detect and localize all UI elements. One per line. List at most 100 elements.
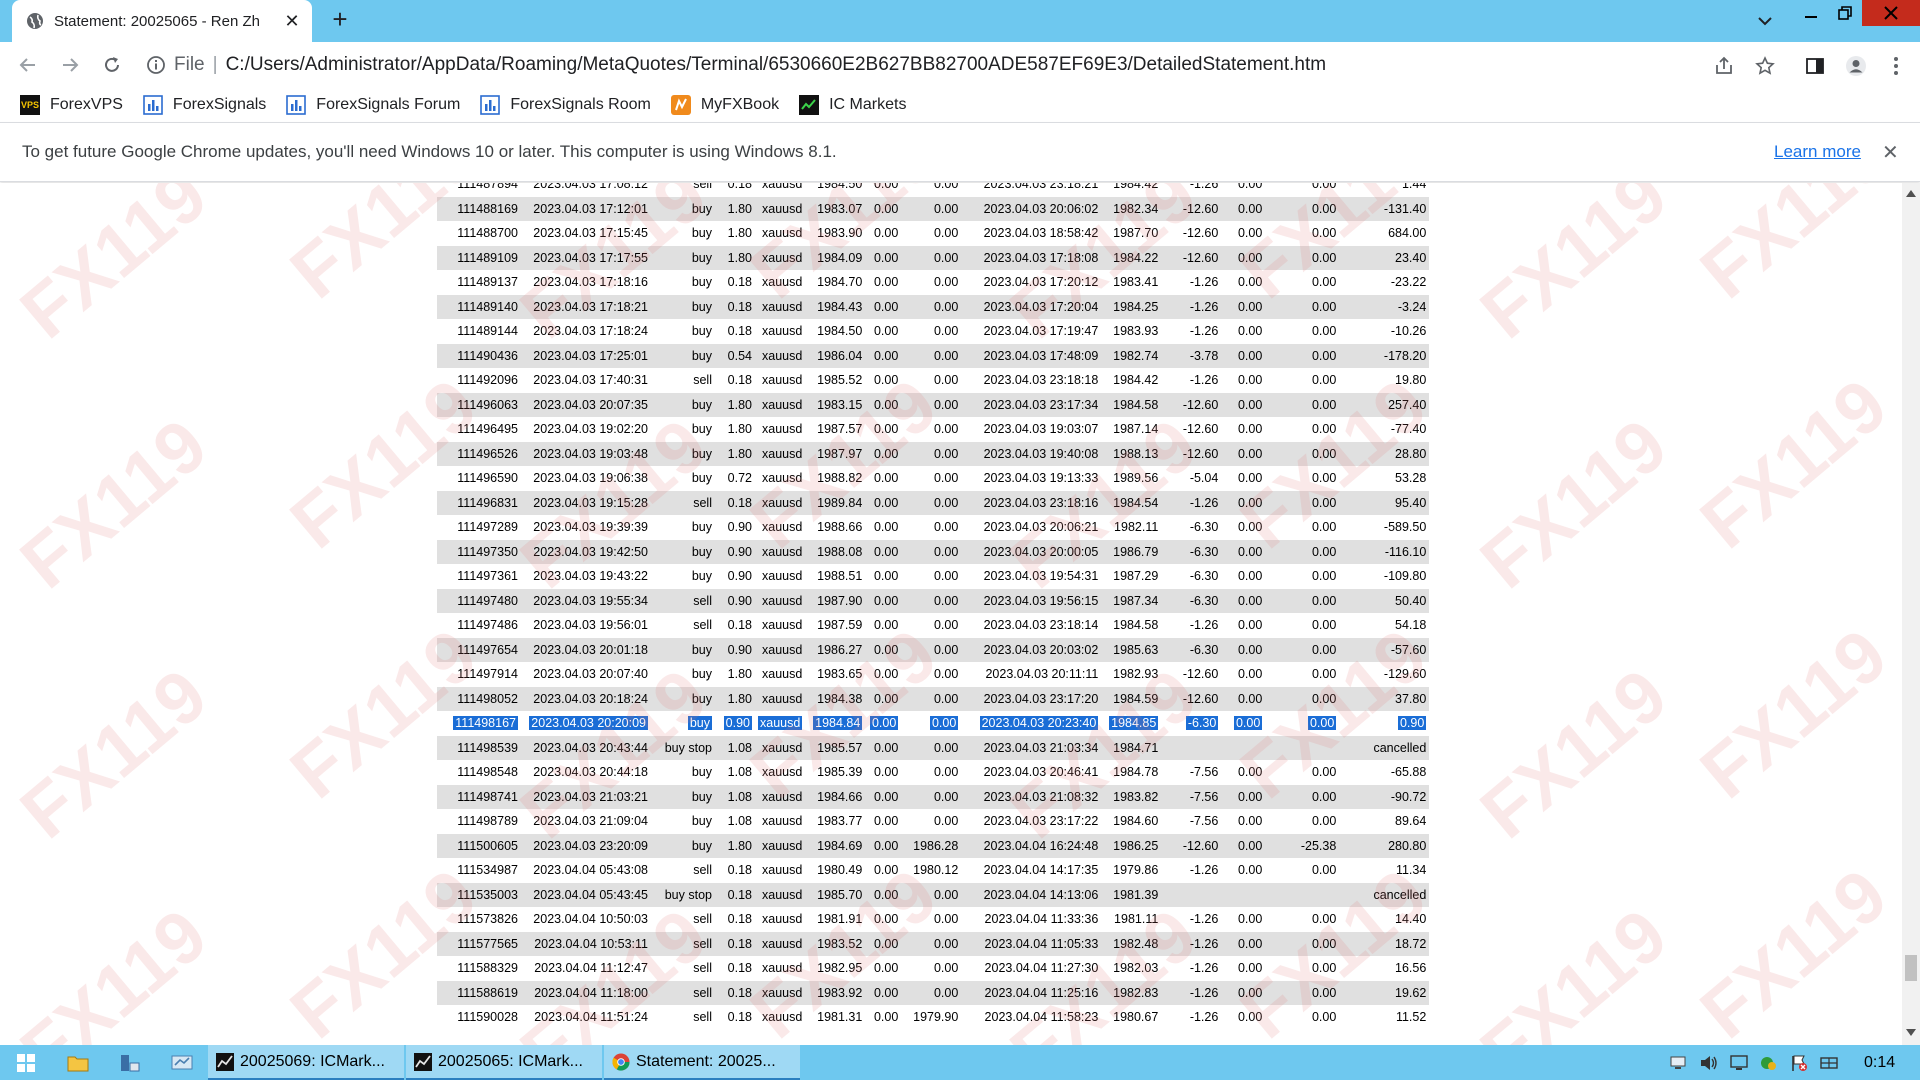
infobar-close-icon[interactable]: ✕ [1882,140,1899,165]
window-close-button[interactable] [1862,0,1920,26]
table-cell: 111489137 [437,270,521,295]
cell-value: 111487894 [457,183,518,192]
bookmarks-bar: VPS ForexVPS ForexSignals ForexSignals F… [0,88,1920,122]
table-cell: 257.40 [1339,392,1430,417]
scroll-down-icon[interactable] [1906,1029,1916,1037]
share-button[interactable] [1710,52,1738,80]
tray-input[interactable] [1814,1045,1844,1080]
cell-value: -6.30 [1189,544,1219,559]
cell-value: xauusd [758,716,803,731]
tray-volume[interactable] [1694,1045,1724,1080]
bookmark-forexvps[interactable]: VPS ForexVPS [20,95,123,115]
bookmark-star-button[interactable] [1751,52,1779,80]
bookmark-forexsignals-forum[interactable]: ForexSignals Forum [286,95,460,115]
url-text[interactable]: C:/Users/Administrator/AppData/Roaming/M… [226,54,1327,76]
tray-network[interactable] [1664,1045,1694,1080]
table-cell: 0.00 [865,686,902,711]
new-tab-button[interactable]: + [326,6,354,34]
browser-toolbar: File | C:/Users/Administrator/AppData/Ro… [0,42,1920,88]
table-cell: 0.00 [1221,956,1266,981]
cell-value: 0.00 [933,299,959,314]
scrollbar-thumb[interactable] [1905,955,1917,981]
tab-search-chevron-icon[interactable] [1752,8,1778,34]
active-tab[interactable]: Statement: 20025065 - Ren Zh ✕ [12,0,312,42]
table-cell: 0.90 [715,515,755,540]
window-minimize-button[interactable] [1794,0,1828,26]
back-button[interactable] [8,45,48,85]
learn-more-link[interactable]: Learn more [1774,142,1861,162]
reload-button[interactable] [92,45,132,85]
table-cell: -6.30 [1161,588,1222,613]
table-row: 111577565 2023.04.04 10:53:11 sell 0.18 xauu… [437,931,1430,956]
table-cell: 0.00 [901,294,962,319]
cell-value: 0.90 [723,716,752,731]
cell-value: 2023.04.04 11:51:24 [534,1010,648,1025]
cell-value: 0.00 [873,324,899,339]
table-cell: 1982.34 [1101,196,1162,221]
tray-flag[interactable] [1784,1045,1814,1080]
cell-value: buy [691,201,712,216]
table-cell: 1984.54 [1101,490,1162,515]
cell-value: xauusd [762,397,803,412]
tray-app[interactable] [1754,1045,1784,1080]
table-row: 111496590 2023.04.03 19:06:38 buy 0.72 xauus… [437,466,1430,491]
side-panel-button[interactable] [1801,52,1829,80]
cell-value: 0.00 [1237,348,1263,363]
cell-value: 1985.63 [1113,642,1159,657]
table-cell: 111498741 [437,784,521,809]
table-cell: 2023.04.04 11:18:00 [521,980,651,1005]
taskbar-task-mt4-20025069[interactable]: 20025069: ICMark... [208,1045,404,1080]
bookmark-ic-markets[interactable]: IC Markets [799,95,906,115]
info-icon[interactable] [146,55,166,75]
forward-button[interactable] [50,45,90,85]
cell-value: 1982.48 [1113,936,1159,951]
table-cell: 111535003 [437,882,521,907]
cell-value: 1987.90 [817,593,863,608]
address-bar[interactable]: File | C:/Users/Administrator/AppData/Ro… [146,48,1806,82]
table-cell: 0.00 [1221,833,1266,858]
cell-value: 2023.04.04 14:17:35 [983,863,1099,878]
profile-button[interactable] [1842,52,1870,80]
folder-icon [67,1056,89,1071]
tab-close-icon[interactable]: ✕ [282,11,302,32]
table-cell: 0.00 [901,784,962,809]
table-cell: xauusd [755,907,806,932]
start-button[interactable] [0,1045,52,1080]
table-cell: buy [651,637,715,662]
cell-value: 0.18 [727,936,752,951]
table-cell: 2023.04.03 20:00:05 [961,539,1102,564]
cell-value: 2023.04.03 17:25:01 [533,348,648,363]
table-cell: 0.00 [865,515,902,540]
table-cell: 0.00 [1265,662,1340,687]
cell-value: -1.26 [1189,1010,1219,1025]
cell-value: 2023.04.03 17:40:31 [533,373,648,388]
vertical-scrollbar[interactable] [1902,183,1920,1045]
file-explorer-button[interactable] [52,1045,104,1080]
cell-value: 1984.25 [1113,299,1159,314]
menu-button[interactable] [1882,52,1910,80]
server-manager-button[interactable] [104,1045,156,1080]
table-cell: 2023.04.03 17:20:04 [961,294,1102,319]
table-cell: 0.00 [865,183,902,197]
table-cell: 0.00 [1265,270,1340,295]
bookmark-forexsignals[interactable]: ForexSignals [143,95,266,115]
table-cell: 0.00 [1265,1005,1340,1030]
cell-value: 0.00 [933,201,959,216]
window-restore-button[interactable] [1828,0,1862,26]
cell-value: xauusd [762,183,803,192]
bookmark-forexsignals-room[interactable]: ForexSignals Room [480,95,651,115]
arrow-left-icon [19,58,35,72]
cell-value: 111588619 [457,985,518,1000]
network-tool-button[interactable] [156,1045,208,1080]
taskbar-task-mt4-20025065[interactable]: 20025065: ICMark... [406,1045,602,1080]
bookmark-myfxbook[interactable]: MyFXBook [670,95,779,115]
table-cell: 111487894 [437,183,521,197]
tray-display[interactable] [1724,1045,1754,1080]
table-cell: 0.00 [865,392,902,417]
cell-value: 0.00 [1311,446,1337,461]
table-row: 111490436 2023.04.03 17:25:01 buy 0.54 xauus… [437,343,1430,368]
table-cell: xauusd [755,833,806,858]
scroll-up-icon[interactable] [1906,189,1916,197]
cell-value: 0.00 [933,324,959,339]
taskbar-task-chrome[interactable]: Statement: 20025... [604,1045,800,1080]
